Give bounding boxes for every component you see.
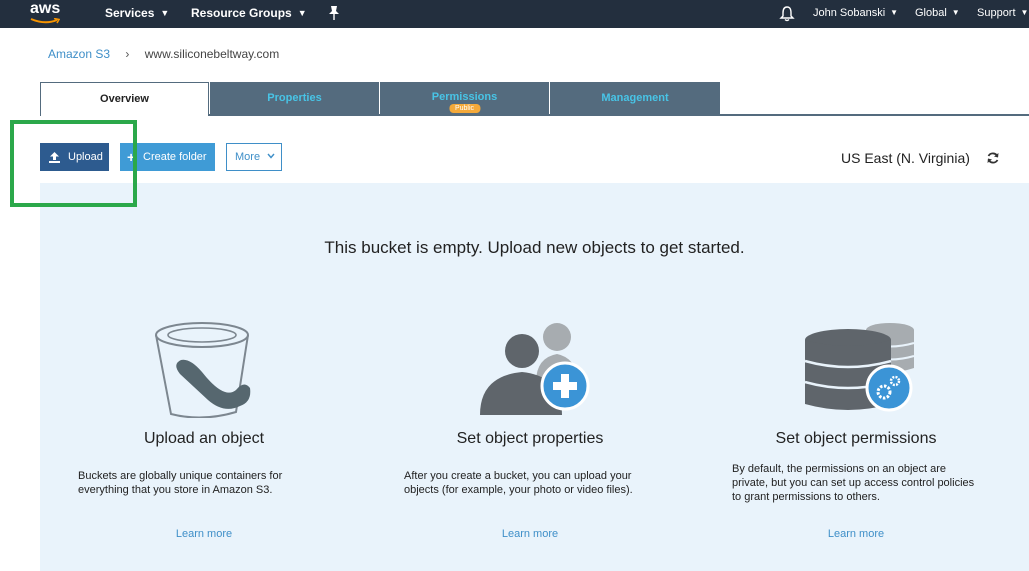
pin-icon[interactable] — [327, 5, 341, 21]
tab-bar: Overview Properties Permissions Public M… — [40, 82, 1029, 116]
tab-properties[interactable]: Properties — [210, 82, 379, 115]
empty-bucket-panel: This bucket is empty. Upload new objects… — [40, 183, 1029, 571]
tab-label: Management — [601, 92, 669, 104]
object-permissions-title: Set object permissions — [775, 430, 937, 447]
support-menu[interactable]: Support ▼ — [977, 7, 1028, 19]
empty-bucket-message: This bucket is empty. Upload new objects… — [324, 238, 745, 257]
breadcrumb-root-link[interactable]: Amazon S3 — [48, 47, 110, 61]
bell-icon[interactable] — [779, 5, 795, 22]
tab-label: Permissions — [431, 91, 498, 103]
tab-label: Overview — [100, 93, 149, 105]
plus-icon: + — [127, 149, 136, 165]
breadcrumb-separator: › — [125, 47, 130, 61]
user-menu-label: John Sobanski — [813, 7, 886, 19]
services-menu[interactable]: Services ▼ — [105, 6, 169, 20]
bucket-icon — [155, 322, 251, 418]
chevron-down-icon — [267, 153, 275, 159]
region-menu[interactable]: Global ▼ — [915, 7, 960, 19]
more-button[interactable]: More — [226, 143, 282, 171]
description-line: private, but you can set up access contr… — [732, 477, 975, 489]
upload-icon — [49, 152, 60, 163]
description-line: By default, the permissions on an object… — [732, 463, 947, 475]
learn-more-link[interactable]: Learn more — [380, 528, 680, 540]
region-menu-label: Global — [915, 7, 947, 19]
description-line: Buckets are globally unique containers f… — [78, 470, 283, 482]
resource-groups-menu[interactable]: Resource Groups ▼ — [191, 6, 307, 20]
more-button-label: More — [235, 151, 261, 163]
learn-more-link[interactable]: Learn more — [54, 528, 354, 540]
aws-logo[interactable]: aws — [28, 0, 64, 25]
object-properties-description: After you create a bucket, you can uploa… — [404, 469, 674, 497]
learn-more-link[interactable]: Learn more — [706, 528, 1006, 540]
user-menu[interactable]: John Sobanski ▼ — [813, 7, 898, 19]
chevron-down-icon: ▼ — [951, 8, 960, 17]
chevron-down-icon: ▼ — [297, 8, 307, 18]
upload-object-description: Buckets are globally unique containers f… — [78, 469, 338, 497]
services-menu-label: Services — [105, 6, 155, 20]
upload-button-label: Upload — [68, 151, 103, 163]
aws-logo-text: aws — [30, 0, 61, 17]
chevron-down-icon: ▼ — [1020, 8, 1029, 17]
upload-object-title: Upload an object — [143, 430, 265, 447]
chevron-down-icon: ▼ — [160, 8, 170, 18]
object-properties-title: Set object properties — [456, 430, 604, 447]
description-line: to grant permissions to others. — [732, 491, 880, 503]
upload-button[interactable]: Upload — [40, 143, 109, 171]
object-permissions-description: By default, the permissions on an object… — [732, 462, 1002, 504]
tab-label: Properties — [267, 92, 322, 104]
description-line: objects (for example, your photo or vide… — [404, 484, 633, 496]
description-line: After you create a bucket, you can uploa… — [404, 470, 632, 482]
create-folder-button-label: Create folder — [143, 151, 207, 163]
support-menu-label: Support — [977, 7, 1016, 19]
description-line: everything that you store in Amazon S3. — [78, 484, 273, 496]
database-settings-icon — [804, 323, 915, 412]
tab-management[interactable]: Management — [550, 82, 720, 115]
breadcrumb: Amazon S3 › www.siliconebeltway.com — [48, 47, 279, 61]
top-navigation-bar: aws Services ▼ Resource Groups ▼ John Soba… — [0, 0, 1029, 28]
tab-overview[interactable]: Overview — [40, 82, 209, 116]
chevron-down-icon: ▼ — [890, 8, 899, 17]
public-badge: Public — [448, 104, 481, 113]
create-folder-button[interactable]: + Create folder — [120, 143, 215, 171]
resource-groups-menu-label: Resource Groups — [191, 6, 292, 20]
tab-permissions[interactable]: Permissions Public — [380, 82, 549, 115]
users-add-icon — [480, 323, 590, 415]
breadcrumb-current: www.siliconebeltway.com — [144, 47, 280, 61]
aws-smile-icon — [30, 18, 60, 24]
region-label: US East (N. Virginia) — [841, 150, 970, 166]
refresh-icon[interactable] — [986, 151, 1000, 165]
